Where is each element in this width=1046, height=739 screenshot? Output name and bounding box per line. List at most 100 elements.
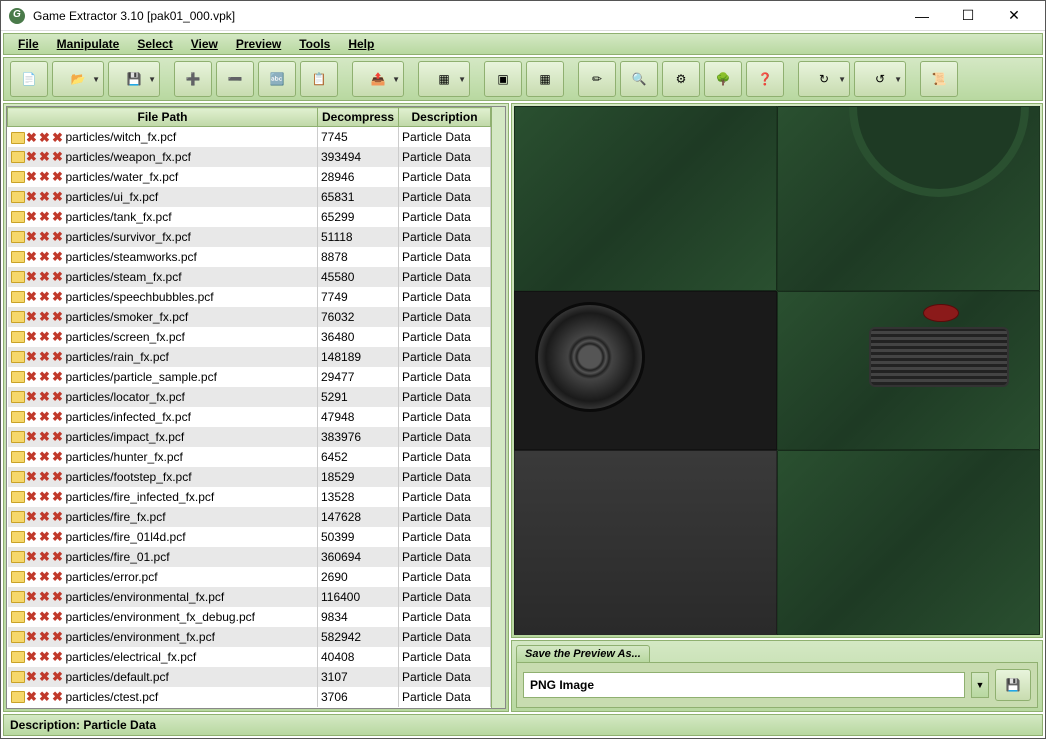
maximize-button[interactable]: ☐: [945, 1, 991, 31]
minimize-button[interactable]: —: [899, 1, 945, 31]
cell-filepath: ✖✖✖particles/ui_fx.pcf: [8, 187, 318, 207]
select-all-button[interactable]: ▦: [526, 61, 564, 97]
table-row[interactable]: ✖✖✖particles/fire_01.pcf360694Particle D…: [8, 547, 491, 567]
texture-grid: [514, 106, 1040, 635]
cell-description: Particle Data: [399, 247, 491, 267]
table-view-button[interactable]: ▦▼: [418, 61, 470, 97]
menu-help[interactable]: Help: [340, 35, 382, 53]
table-row[interactable]: ✖✖✖particles/environment_fx_debug.pcf983…: [8, 607, 491, 627]
format-select[interactable]: PNG Image: [523, 672, 965, 698]
table-row[interactable]: ✖✖✖particles/survivor_fx.pcf51118Particl…: [8, 227, 491, 247]
select-matching-button[interactable]: ▣: [484, 61, 522, 97]
table-row[interactable]: ✖✖✖particles/impact_fx.pcf383976Particle…: [8, 427, 491, 447]
action-icon: ✖: [52, 571, 64, 583]
menu-file[interactable]: File: [10, 35, 47, 53]
table-row[interactable]: ✖✖✖particles/steamworks.pcf8878Particle …: [8, 247, 491, 267]
table-row[interactable]: ✖✖✖particles/ui_fx.pcf65831Particle Data: [8, 187, 491, 207]
replace-button[interactable]: 📋: [300, 61, 338, 97]
window-controls: — ☐ ✕: [899, 1, 1037, 31]
close-button[interactable]: ✕: [991, 1, 1037, 31]
cell-filepath: ✖✖✖particles/infected_fx.pcf: [8, 407, 318, 427]
cell-decompress: 147628: [318, 507, 399, 527]
edit-icon: ✏: [585, 67, 609, 91]
save-tab-label[interactable]: Save the Preview As...: [516, 645, 650, 662]
table-row[interactable]: ✖✖✖particles/rain_fx.pcf148189Particle D…: [8, 347, 491, 367]
table-row[interactable]: ✖✖✖particles/smoker_fx.pcf76032Particle …: [8, 307, 491, 327]
folder-icon: [11, 311, 25, 323]
menu-preview[interactable]: Preview: [228, 35, 289, 53]
table-row[interactable]: ✖✖✖particles/particle_sample.pcf29477Par…: [8, 367, 491, 387]
table-row[interactable]: ✖✖✖particles/steam_fx.pcf45580Particle D…: [8, 267, 491, 287]
menu-select[interactable]: Select: [129, 35, 180, 53]
row-icons: ✖✖✖: [11, 171, 64, 183]
column-header-decompress[interactable]: Decompress: [318, 108, 399, 127]
convert-2-button[interactable]: ↺▼: [854, 61, 906, 97]
menu-manipulate[interactable]: Manipulate: [49, 35, 128, 53]
cell-description: Particle Data: [399, 587, 491, 607]
texture-tile: [514, 450, 777, 635]
table-row[interactable]: ✖✖✖particles/default.pcf3107Particle Dat…: [8, 667, 491, 687]
cell-description: Particle Data: [399, 307, 491, 327]
table-row[interactable]: ✖✖✖particles/locator_fx.pcf5291Particle …: [8, 387, 491, 407]
help-button[interactable]: ❓: [746, 61, 784, 97]
script-button[interactable]: 📜: [920, 61, 958, 97]
table-scrollbar[interactable]: [491, 107, 505, 708]
cell-description: Particle Data: [399, 227, 491, 247]
row-icons: ✖✖✖: [11, 351, 64, 363]
folder-icon: [11, 211, 25, 223]
menu-tools[interactable]: Tools: [291, 35, 338, 53]
table-row[interactable]: ✖✖✖particles/environmental_fx.pcf116400P…: [8, 587, 491, 607]
convert-2-icon: ↺: [868, 67, 892, 91]
settings-2-button[interactable]: 🌳: [704, 61, 742, 97]
add-file-button[interactable]: ➕: [174, 61, 212, 97]
remove-file-button[interactable]: ➖: [216, 61, 254, 97]
table-row[interactable]: ✖✖✖particles/ctest.pcf3706Particle Data: [8, 687, 491, 707]
cell-decompress: 18529: [318, 467, 399, 487]
menu-view[interactable]: View: [183, 35, 226, 53]
extract-button[interactable]: 📤▼: [352, 61, 404, 97]
table-row[interactable]: ✖✖✖particles/environment_fx.pcf582942Par…: [8, 627, 491, 647]
column-header-description[interactable]: Description: [399, 108, 491, 127]
open-archive-button[interactable]: 📂▼: [52, 61, 104, 97]
row-icons: ✖✖✖: [11, 132, 64, 144]
cell-description: Particle Data: [399, 287, 491, 307]
convert-1-button[interactable]: ↻▼: [798, 61, 850, 97]
table-row[interactable]: ✖✖✖particles/screen_fx.pcf36480Particle …: [8, 327, 491, 347]
table-row[interactable]: ✖✖✖particles/electrical_fx.pcf40408Parti…: [8, 647, 491, 667]
table-row[interactable]: ✖✖✖particles/weapon_fx.pcf393494Particle…: [8, 147, 491, 167]
table-row[interactable]: ✖✖✖particles/error.pcf2690Particle Data: [8, 567, 491, 587]
save-archive-button[interactable]: 💾▼: [108, 61, 160, 97]
table-row[interactable]: ✖✖✖particles/footstep_fx.pcf18529Particl…: [8, 467, 491, 487]
table-row[interactable]: ✖✖✖particles/infected_fx.pcf47948Particl…: [8, 407, 491, 427]
filepath-text: particles/ui_fx.pcf: [66, 190, 159, 204]
row-icons: ✖✖✖: [11, 451, 64, 463]
action-icon: ✖: [26, 231, 38, 243]
folder-icon: [11, 132, 25, 144]
filepath-text: particles/smoker_fx.pcf: [66, 310, 189, 324]
table-row[interactable]: ✖✖✖particles/fire_infected_fx.pcf13528Pa…: [8, 487, 491, 507]
rename-button[interactable]: 🔤: [258, 61, 296, 97]
format-dropdown-button[interactable]: ▼: [971, 672, 989, 698]
file-table-scroll[interactable]: File Path Decompress Description ✖✖✖part…: [7, 107, 491, 708]
table-row[interactable]: ✖✖✖particles/hunter_fx.pcf6452Particle D…: [8, 447, 491, 467]
action-icon: ✖: [39, 591, 51, 603]
action-icon: ✖: [52, 391, 64, 403]
new-archive-button[interactable]: 📄: [10, 61, 48, 97]
table-row[interactable]: ✖✖✖particles/water_fx.pcf28946Particle D…: [8, 167, 491, 187]
search-button[interactable]: 🔍: [620, 61, 658, 97]
action-icon: ✖: [52, 311, 64, 323]
save-preview-button[interactable]: 💾: [995, 669, 1031, 701]
texture-preview[interactable]: [514, 106, 1040, 635]
table-row[interactable]: ✖✖✖particles/fire_01l4d.pcf50399Particle…: [8, 527, 491, 547]
table-row[interactable]: ✖✖✖particles/witch_fx.pcf7745Particle Da…: [8, 127, 491, 147]
cell-filepath: ✖✖✖particles/rain_fx.pcf: [8, 347, 318, 367]
edit-button[interactable]: ✏: [578, 61, 616, 97]
settings-2-icon: 🌳: [711, 67, 735, 91]
column-header-filepath[interactable]: File Path: [8, 108, 318, 127]
filepath-text: particles/steamworks.pcf: [66, 250, 197, 264]
table-row[interactable]: ✖✖✖particles/speechbubbles.pcf7749Partic…: [8, 287, 491, 307]
folder-icon: [11, 671, 25, 683]
settings-1-button[interactable]: ⚙: [662, 61, 700, 97]
table-row[interactable]: ✖✖✖particles/fire_fx.pcf147628Particle D…: [8, 507, 491, 527]
table-row[interactable]: ✖✖✖particles/tank_fx.pcf65299Particle Da…: [8, 207, 491, 227]
